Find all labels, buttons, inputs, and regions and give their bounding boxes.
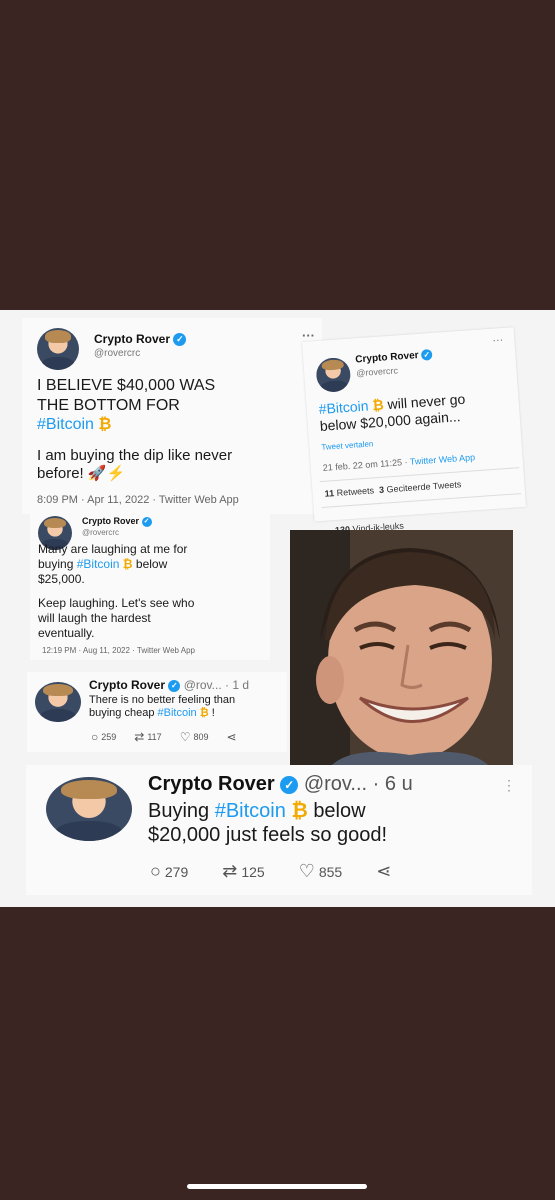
author-name: Crypto Rover ✓ — [82, 516, 152, 527]
retweet-button[interactable]: ⇄ 117 — [134, 730, 161, 744]
home-indicator[interactable] — [187, 1184, 367, 1189]
verified-badge-icon: ✓ — [168, 679, 181, 692]
meme-collage: Crypto Rover ✓ @rovercrc ··· I BELIEVE $… — [0, 310, 555, 907]
tweet-text: There is no better feeling than buying c… — [89, 694, 289, 721]
bitcoin-hashtag-link[interactable]: #Bitcoin — [77, 557, 120, 571]
tweet-timestamp[interactable]: 12:19 PM · Aug 11, 2022 · Twitter Web Ap… — [42, 646, 195, 655]
author-name: Crypto Rover ✓ — [355, 348, 433, 365]
avatar — [37, 328, 79, 370]
like-button[interactable]: ♡ 855 — [299, 861, 343, 882]
tweet-card-april: Crypto Rover ✓ @rovercrc ··· I BELIEVE $… — [22, 318, 322, 514]
author-handle: @rovercrc — [355, 365, 399, 379]
author-handle: @rovercrc — [94, 348, 141, 359]
share-button[interactable]: ⋖ — [227, 730, 237, 744]
tweet-text: I BELIEVE $40,000 WAS THE BOTTOM FOR #Bi… — [37, 376, 332, 483]
verified-badge-icon: ✓ — [420, 348, 433, 361]
tweet-line: Keep laughing. Let's see who — [38, 596, 195, 610]
bitcoin-icon: ₿ — [371, 396, 385, 414]
tweet-line: I am buying the dip like never — [37, 446, 233, 464]
reply-button[interactable]: ○ 279 — [150, 861, 188, 882]
verified-badge-icon: ✓ — [141, 516, 152, 527]
tweet-text: #Bitcoin ₿ will never go below $20,000 a… — [318, 387, 520, 435]
bitcoin-hashtag-link[interactable]: #Bitcoin — [215, 800, 286, 822]
tweet-card-august: Crypto Rover ✓ @rovercrc Many are laughi… — [30, 510, 270, 660]
bitcoin-hashtag-link[interactable]: #Bitcoin — [37, 416, 94, 433]
meme-photo — [290, 530, 513, 767]
share-icon: ⋖ — [226, 730, 237, 744]
verified-badge-icon: ✓ — [280, 775, 299, 794]
tweet-text: Buying #Bitcoin ₿ below $20,000 just fee… — [148, 799, 528, 848]
bitcoin-icon: ₿ — [291, 800, 308, 822]
heart-icon: ♡ — [298, 861, 315, 881]
verified-badge-icon: ✓ — [173, 333, 187, 347]
retweet-icon: ⇄ — [222, 861, 238, 881]
tweet-line: $25,000. — [38, 572, 85, 586]
like-button[interactable]: ♡ 809 — [180, 730, 209, 744]
tweet-card-february: Crypto Rover ✓ @rovercrc ··· #Bitcoin ₿ … — [302, 327, 527, 522]
author-name: Crypto Rover ✓ @rov... · 6 u — [148, 773, 413, 795]
bitcoin-hashtag-link[interactable]: #Bitcoin — [318, 398, 369, 417]
reply-icon: ○ — [150, 861, 161, 881]
reply-button[interactable]: ○ 259 — [91, 730, 116, 744]
tweet-line: before! 🚀⚡ — [37, 464, 126, 482]
reply-icon: ○ — [91, 730, 99, 744]
share-button[interactable]: ⋖ — [376, 861, 391, 882]
tweet-card-6u: Crypto Rover ✓ @rov... · 6 u ⋮ Buying #B… — [26, 765, 532, 895]
author-handle: @rov... — [183, 678, 222, 692]
bitcoin-icon: ₿ — [199, 707, 209, 720]
share-icon: ⋖ — [376, 861, 392, 881]
tweet-line: $20,000 just feels so good! — [148, 824, 388, 847]
avatar — [46, 777, 132, 841]
avatar — [315, 356, 352, 394]
laughing-man-image — [290, 530, 513, 767]
tweet-card-1d: Crypto Rover ✓ @rov... · 1 d There is no… — [27, 672, 287, 752]
tweet-text: Many are laughing at me for buying #Bitc… — [38, 542, 268, 641]
more-options-icon[interactable]: ⋮ — [502, 777, 516, 794]
tweet-line: will laugh the hardest — [38, 611, 151, 625]
tweet-line: THE BOTTOM FOR — [37, 396, 180, 414]
tweet-actions: ○ 279 ⇄ 125 ♡ 855 ⋖ — [150, 861, 391, 882]
tweet-age: · 1 d — [225, 678, 250, 692]
tweet-line: I BELIEVE $40,000 WAS — [37, 377, 216, 394]
tweet-line: There is no better feeling than — [89, 694, 236, 706]
author-handle: @rov... — [303, 773, 368, 795]
author-name: Crypto Rover ✓ @rov... · 1 d — [89, 678, 250, 692]
bitcoin-icon: ₿ — [98, 416, 112, 434]
author-handle: @rovercrc — [82, 528, 120, 537]
tweet-line: eventually. — [38, 626, 95, 640]
more-options-icon[interactable]: ··· — [492, 334, 504, 347]
tweet-actions: ○ 259 ⇄ 117 ♡ 809 ⋖ — [91, 730, 237, 744]
retweet-button[interactable]: ⇄ 125 — [222, 861, 264, 882]
author-name: Crypto Rover ✓ — [94, 332, 187, 347]
tweet-timestamp[interactable]: 8:09 PM · Apr 11, 2022 · Twitter Web App — [37, 494, 239, 506]
tweet-timestamp: 21 feb. 22 om 11:25 · Twitter Web App — [322, 452, 476, 473]
bitcoin-hashtag-link[interactable]: #Bitcoin — [158, 707, 197, 719]
translate-link[interactable]: Tweet vertalen — [321, 439, 374, 452]
tweet-age: · 6 u — [372, 773, 413, 795]
heart-icon: ♡ — [179, 730, 191, 744]
tweet-line: Many are laughing at me for — [38, 542, 188, 556]
avatar — [35, 682, 81, 722]
engagement-stats: 11 Retweets 3 Geciteerde Tweets — [324, 479, 462, 499]
retweet-icon: ⇄ — [134, 730, 145, 744]
bitcoin-icon: ₿ — [122, 557, 133, 571]
